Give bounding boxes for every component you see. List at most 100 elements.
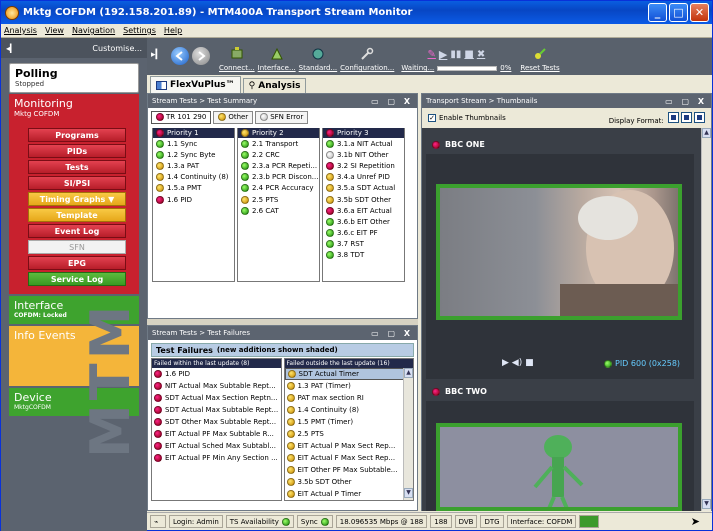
connect-button[interactable]: Connect... [219,47,255,72]
minimize-button[interactable]: _ [648,3,667,22]
test-item[interactable]: 2.3.b PCR Discon... [238,172,319,183]
list-item[interactable]: NIT Actual Max Subtable Rept... [152,380,281,392]
event-log-button[interactable]: Event Log [28,224,126,238]
test-item[interactable]: 1.6 PID [153,194,234,205]
configuration-button[interactable]: Configuration... [340,47,394,72]
forward-button[interactable] [192,47,210,65]
programs-button[interactable]: Programs [28,128,126,142]
channel2-thumbnail[interactable] [436,423,682,511]
list-item[interactable]: SDT Actual Max Section Reptn... [152,392,281,404]
test-item[interactable]: 3.1b NIT Other [323,149,404,160]
test-item[interactable]: 2.5 PTS [238,194,319,205]
list-item[interactable]: 1.5 PMT (Timer) [285,416,414,428]
list-item[interactable]: 2.5 PTS [285,428,414,440]
list-item[interactable]: 1.4 Continuity (8) [285,404,414,416]
service-log-button[interactable]: Service Log [28,272,126,286]
list-item[interactable]: EIT Actual P Max Sect Rep... [285,440,414,452]
test-item[interactable]: 1.3.a PAT [153,160,234,171]
test-item[interactable]: 3.6.c EIT PF [323,228,404,239]
test-item[interactable]: 1.1 Sync [153,138,234,149]
scroll-down-icon[interactable]: ▼ [702,499,711,509]
test-item[interactable]: 2.3.a PCR Repeti... [238,160,319,171]
format-2-button[interactable] [681,111,692,123]
timing-graphs-button[interactable]: Timing Graphs ▼ [28,192,126,206]
list-item[interactable]: EIT Actual PF Min Any Section ... [152,452,281,464]
pids-button[interactable]: PIDs [28,144,126,158]
test-item[interactable]: 2.4 PCR Accuracy [238,183,319,194]
channel2-header[interactable]: BBC TWO [426,383,694,400]
channel1-thumbnail[interactable] [436,184,682,320]
chart-icon[interactable]: ⌁ [150,515,166,528]
test-item[interactable]: 2.6 CAT [238,205,319,216]
list-item[interactable]: SDT Actual Max Subtable Rept... [152,404,281,416]
list-item[interactable]: 1.6 PID [152,368,281,380]
test-item[interactable]: 3.1.a NIT Actual [323,138,404,149]
clear-icon[interactable]: ✖ [477,49,485,60]
menu-navigation[interactable]: Navigation [72,26,115,35]
thumbnails-scrollbar[interactable]: ▲ ▼ [701,128,711,511]
scroll-down-icon[interactable]: ▼ [404,488,413,498]
tab-flexvuplus[interactable]: FlexVuPlus™ [150,76,241,93]
list-item[interactable]: EIT Actual P Timer [285,488,414,500]
test-item[interactable]: 3.7 RST [323,239,404,250]
list-item[interactable]: 3.5b SDT Other [285,476,414,488]
enable-thumbnails-checkbox[interactable]: ✓ Enable Thumbnails [428,114,506,122]
pane-controls[interactable]: ▭ ▢ X [371,329,413,338]
volume-icon[interactable]: ◀) [512,358,522,368]
customise-link[interactable]: Customise... [92,44,142,53]
interface-button[interactable]: Interface... [258,47,296,72]
pane-controls[interactable]: ▭ ▢ X [371,97,413,106]
list-item[interactable]: EIT Actual Sched Max Subtabl... [152,440,281,452]
reset-tests-button[interactable]: Reset Tests [520,47,560,72]
format-3-button[interactable] [694,111,705,123]
stop-icon[interactable]: ■ [464,49,473,60]
test-item[interactable]: 3.6.b EIT Other [323,216,404,227]
probe-icon[interactable]: ✎ [428,49,436,60]
menu-settings[interactable]: Settings [123,26,156,35]
list-item[interactable]: EIT Other PF Max Subtable... [285,464,414,476]
test-item[interactable]: 2.1 Transport [238,138,319,149]
test-item[interactable]: 3.4.a Unref PID [323,172,404,183]
scrollbar[interactable]: ▲ ▼ [403,368,413,500]
list-item[interactable]: EIT Actual F Max Sect Rep... [285,452,414,464]
tests-button[interactable]: Tests [28,160,126,174]
list-item[interactable]: PAT max section RI [285,392,414,404]
title-bar[interactable]: Mktg COFDM (192.158.201.89) - MTM400A Tr… [1,1,712,24]
play-icon[interactable]: ▶ [502,358,509,368]
play-icon[interactable]: ▶ [439,48,447,61]
template-button[interactable]: Template [28,208,126,222]
expand-icon[interactable]: ▸▎ [151,50,162,60]
test-item[interactable]: 3.5.a SDT Actual [323,183,404,194]
test-item[interactable]: 3.6.a EIT Actual [323,205,404,216]
list-item[interactable]: SDT Actual Timer [284,368,413,380]
menu-analysis[interactable]: Analysis [4,26,37,35]
scroll-up-icon[interactable]: ▲ [404,368,413,378]
tab-sfn-error[interactable]: SFN Error [255,110,309,124]
si-psi-button[interactable]: SI/PSI [28,176,126,190]
test-item[interactable]: 1.4 Continuity (8) [153,172,234,183]
test-item[interactable]: 3.2 SI Repetition [323,160,404,171]
pause-icon[interactable]: ▮▮ [450,49,461,60]
maximize-button[interactable]: □ [669,3,688,22]
stop-icon[interactable]: ■ [525,358,534,368]
tab-analysis[interactable]: ⚲ Analysis [242,78,307,93]
list-item[interactable]: SDT Other Max Subtable Rept... [152,416,281,428]
menu-view[interactable]: View [45,26,64,35]
format-1-button[interactable] [668,111,679,123]
epg-button[interactable]: EPG [28,256,126,270]
close-button[interactable]: ✕ [690,3,709,22]
test-item[interactable]: 1.5.a PMT [153,183,234,194]
sfn-button[interactable]: SFN [28,240,126,254]
collapse-icon[interactable]: ◂▎ [6,44,16,53]
back-button[interactable] [171,47,189,65]
test-item[interactable]: 3.5b SDT Other [323,194,404,205]
polling-button[interactable]: Polling Stopped [9,63,139,93]
menu-help[interactable]: Help [164,26,182,35]
list-item[interactable]: EIT Actual PF Max Subtable R... [152,428,281,440]
monitoring-section[interactable]: Monitoring Mktg COFDM [9,94,139,122]
pane-controls[interactable]: ▭ ▢ X [665,97,707,106]
tab-tr101290[interactable]: TR 101 290 [151,110,212,124]
tab-other[interactable]: Other [213,110,254,124]
scroll-up-icon[interactable]: ▲ [702,128,711,138]
test-item[interactable]: 3.8 TDT [323,250,404,261]
